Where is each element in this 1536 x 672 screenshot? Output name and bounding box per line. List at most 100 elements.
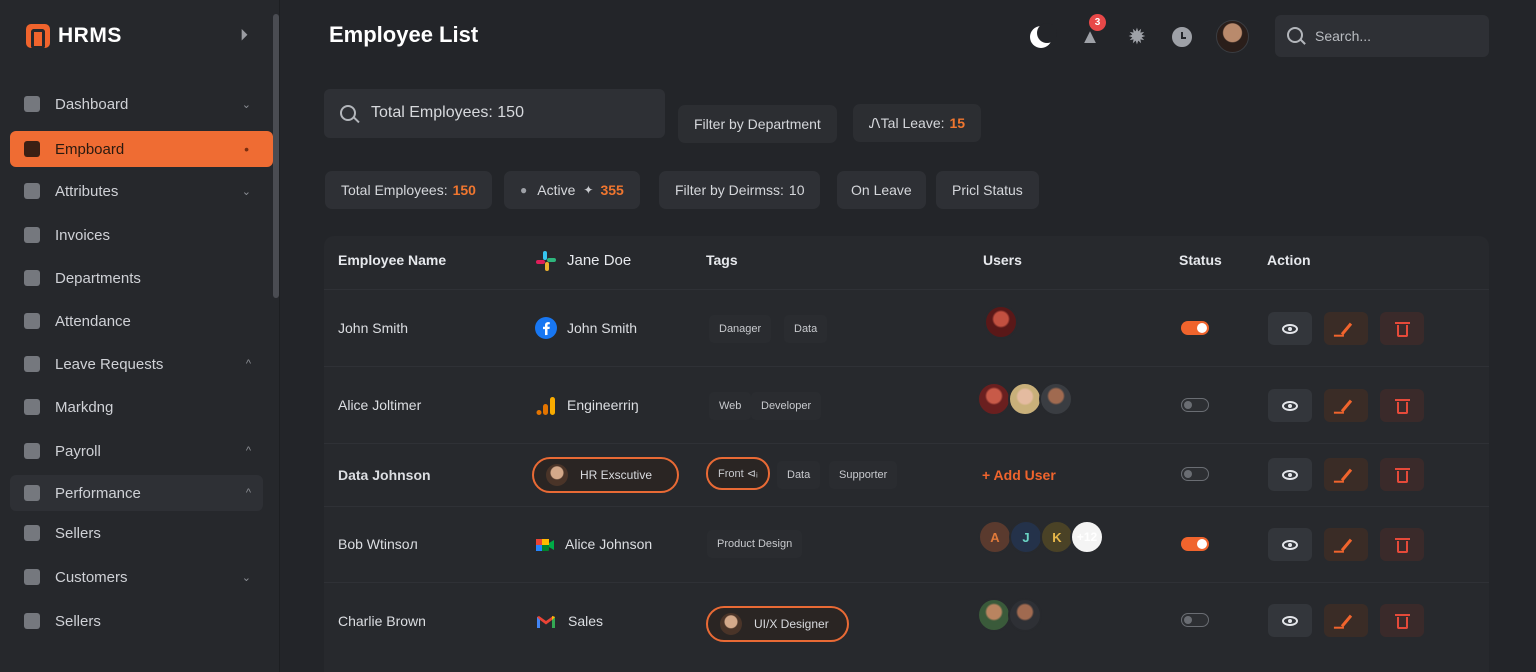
status-toggle[interactable] bbox=[1181, 321, 1209, 335]
user-avatar[interactable] bbox=[1039, 382, 1073, 416]
view-button[interactable] bbox=[1268, 528, 1312, 561]
view-button[interactable] bbox=[1268, 604, 1312, 637]
edit-button[interactable] bbox=[1324, 604, 1368, 637]
edit-button[interactable] bbox=[1324, 312, 1368, 345]
gear-icon[interactable]: ✹ bbox=[1126, 26, 1148, 48]
on-leave-chip[interactable]: On Leave bbox=[837, 171, 926, 209]
sidebar-item-leave-requests[interactable]: Leave Requests ^ bbox=[10, 346, 273, 382]
collapse-sidebar-icon[interactable]: ⏵ bbox=[240, 27, 248, 45]
delete-button[interactable] bbox=[1380, 458, 1424, 491]
user-avatar[interactable]: J bbox=[1009, 520, 1043, 554]
sidebar-item-customers[interactable]: Customers ⌄ bbox=[10, 559, 273, 595]
notification-badge: 3 bbox=[1089, 14, 1106, 31]
total-leave-chip[interactable]: ᏁTal Leave: 15 bbox=[853, 104, 982, 142]
sidebar-item-sellers-2[interactable]: Sellers bbox=[10, 603, 273, 639]
gmail-icon bbox=[537, 616, 555, 628]
search-summary-text: Total Employees: 150 bbox=[371, 104, 524, 121]
sidebar-item-departments[interactable]: Departments bbox=[10, 260, 273, 296]
delete-button[interactable] bbox=[1380, 528, 1424, 561]
leave-requests-icon bbox=[24, 356, 40, 372]
chevron-up-icon: ^ bbox=[245, 487, 251, 499]
total-employees-label: Total Employees: bbox=[341, 182, 448, 198]
employee-name: Data Johnson bbox=[338, 467, 431, 483]
eye-icon bbox=[1282, 400, 1298, 411]
active-chip[interactable]: ● Active ✦ 355 bbox=[504, 171, 640, 209]
status-filter-chip[interactable]: Pricl Status bbox=[936, 171, 1039, 209]
sidebar-item-label: Performance bbox=[55, 484, 141, 502]
tag-label: UI/X Designer bbox=[754, 617, 829, 631]
eye-icon bbox=[1282, 615, 1298, 626]
status-toggle[interactable] bbox=[1181, 537, 1209, 551]
sidebar-item-marketing[interactable]: Markdng bbox=[10, 389, 273, 425]
role-pill[interactable]: HR Exscutive bbox=[532, 457, 679, 493]
filter-deirmss-label: Filter by Deirmss: bbox=[675, 182, 784, 198]
dashboard-icon bbox=[24, 96, 40, 112]
search-field[interactable] bbox=[1275, 15, 1489, 57]
edit-button[interactable] bbox=[1324, 389, 1368, 422]
avatar bbox=[546, 464, 568, 486]
trash-icon bbox=[1394, 321, 1410, 337]
sidebar-item-payroll[interactable]: Payroll ^ bbox=[10, 433, 273, 469]
user-avatar[interactable] bbox=[1008, 598, 1042, 632]
total-employees-chip[interactable]: Total Employees: 150 bbox=[325, 171, 492, 209]
payroll-icon bbox=[24, 443, 40, 459]
user-avatar[interactable] bbox=[977, 382, 1011, 416]
tag: Product Design bbox=[707, 530, 803, 558]
delete-button[interactable] bbox=[1380, 389, 1424, 422]
sidebar-item-attributes[interactable]: Attributes ⌄ bbox=[10, 173, 273, 209]
chevron-down-icon: ⌄ bbox=[241, 98, 251, 111]
view-button[interactable] bbox=[1268, 458, 1312, 491]
status-toggle[interactable] bbox=[1181, 467, 1209, 481]
eye-icon bbox=[1282, 323, 1298, 334]
status-toggle[interactable] bbox=[1181, 613, 1209, 627]
sidebar-item-empboard[interactable]: Empboard • bbox=[10, 131, 273, 167]
attendance-icon bbox=[24, 313, 40, 329]
user-avatar[interactable]: K bbox=[1040, 520, 1074, 554]
row-divider bbox=[324, 506, 1489, 507]
view-button[interactable] bbox=[1268, 312, 1312, 345]
filter-deirmss-chip[interactable]: Filter by Deirmss: 10 bbox=[659, 171, 821, 209]
user-avatar[interactable] bbox=[1008, 382, 1042, 416]
total-employees-value: 150 bbox=[452, 182, 476, 198]
sidebar-item-attendance[interactable]: Attendance bbox=[10, 303, 273, 339]
sidebar-scrollbar[interactable] bbox=[273, 14, 279, 298]
moon-icon[interactable] bbox=[1030, 23, 1057, 48]
search-icon bbox=[340, 105, 356, 121]
sidebar-item-label: Departments bbox=[55, 269, 141, 287]
user-avatar[interactable]: A bbox=[978, 520, 1012, 554]
user-avatar[interactable] bbox=[977, 598, 1011, 632]
delete-button[interactable] bbox=[1380, 604, 1424, 637]
chevron-up-icon: ^ bbox=[245, 445, 251, 457]
avatar bbox=[720, 613, 742, 635]
sidebar-item-label: Leave Requests bbox=[55, 355, 164, 373]
sidebar-item-sellers[interactable]: Sellers bbox=[10, 515, 273, 551]
edit-button[interactable] bbox=[1324, 458, 1368, 491]
row-divider bbox=[324, 443, 1489, 444]
delete-button[interactable] bbox=[1380, 312, 1424, 345]
sidebar-item-label: Empboard bbox=[55, 140, 125, 158]
employee-search-bar[interactable]: Total Employees: 150 bbox=[324, 89, 665, 138]
tag: Web bbox=[709, 392, 752, 420]
tag: Danager bbox=[709, 315, 772, 343]
edit-button[interactable] bbox=[1324, 528, 1368, 561]
more-users-badge[interactable]: +12 bbox=[1070, 520, 1104, 554]
header-status: Status bbox=[1179, 252, 1222, 268]
status-toggle[interactable] bbox=[1181, 398, 1209, 412]
app-logo[interactable]: HRMS bbox=[26, 24, 122, 49]
user-avatar[interactable] bbox=[984, 305, 1018, 339]
pencil-icon bbox=[1340, 399, 1352, 412]
avatar[interactable] bbox=[1216, 20, 1249, 53]
clock-icon[interactable] bbox=[1172, 27, 1192, 47]
search-input[interactable] bbox=[1315, 26, 1475, 46]
sidebar-item-dashboard[interactable]: Dashboard ⌄ bbox=[10, 86, 273, 122]
sidebar-item-invoices[interactable]: Invoices bbox=[10, 217, 273, 253]
add-user-button[interactable]: + Add User bbox=[982, 467, 1056, 483]
row-divider bbox=[324, 582, 1489, 583]
google-meet-icon bbox=[536, 539, 554, 551]
invoices-icon bbox=[24, 227, 40, 243]
sidebar-item-performance[interactable]: Performance ^ bbox=[10, 475, 263, 511]
view-button[interactable] bbox=[1268, 389, 1312, 422]
role-label: HR Exscutive bbox=[580, 468, 653, 482]
filter-department-button[interactable]: Filter by Department bbox=[678, 105, 837, 143]
customers-icon bbox=[24, 569, 40, 585]
